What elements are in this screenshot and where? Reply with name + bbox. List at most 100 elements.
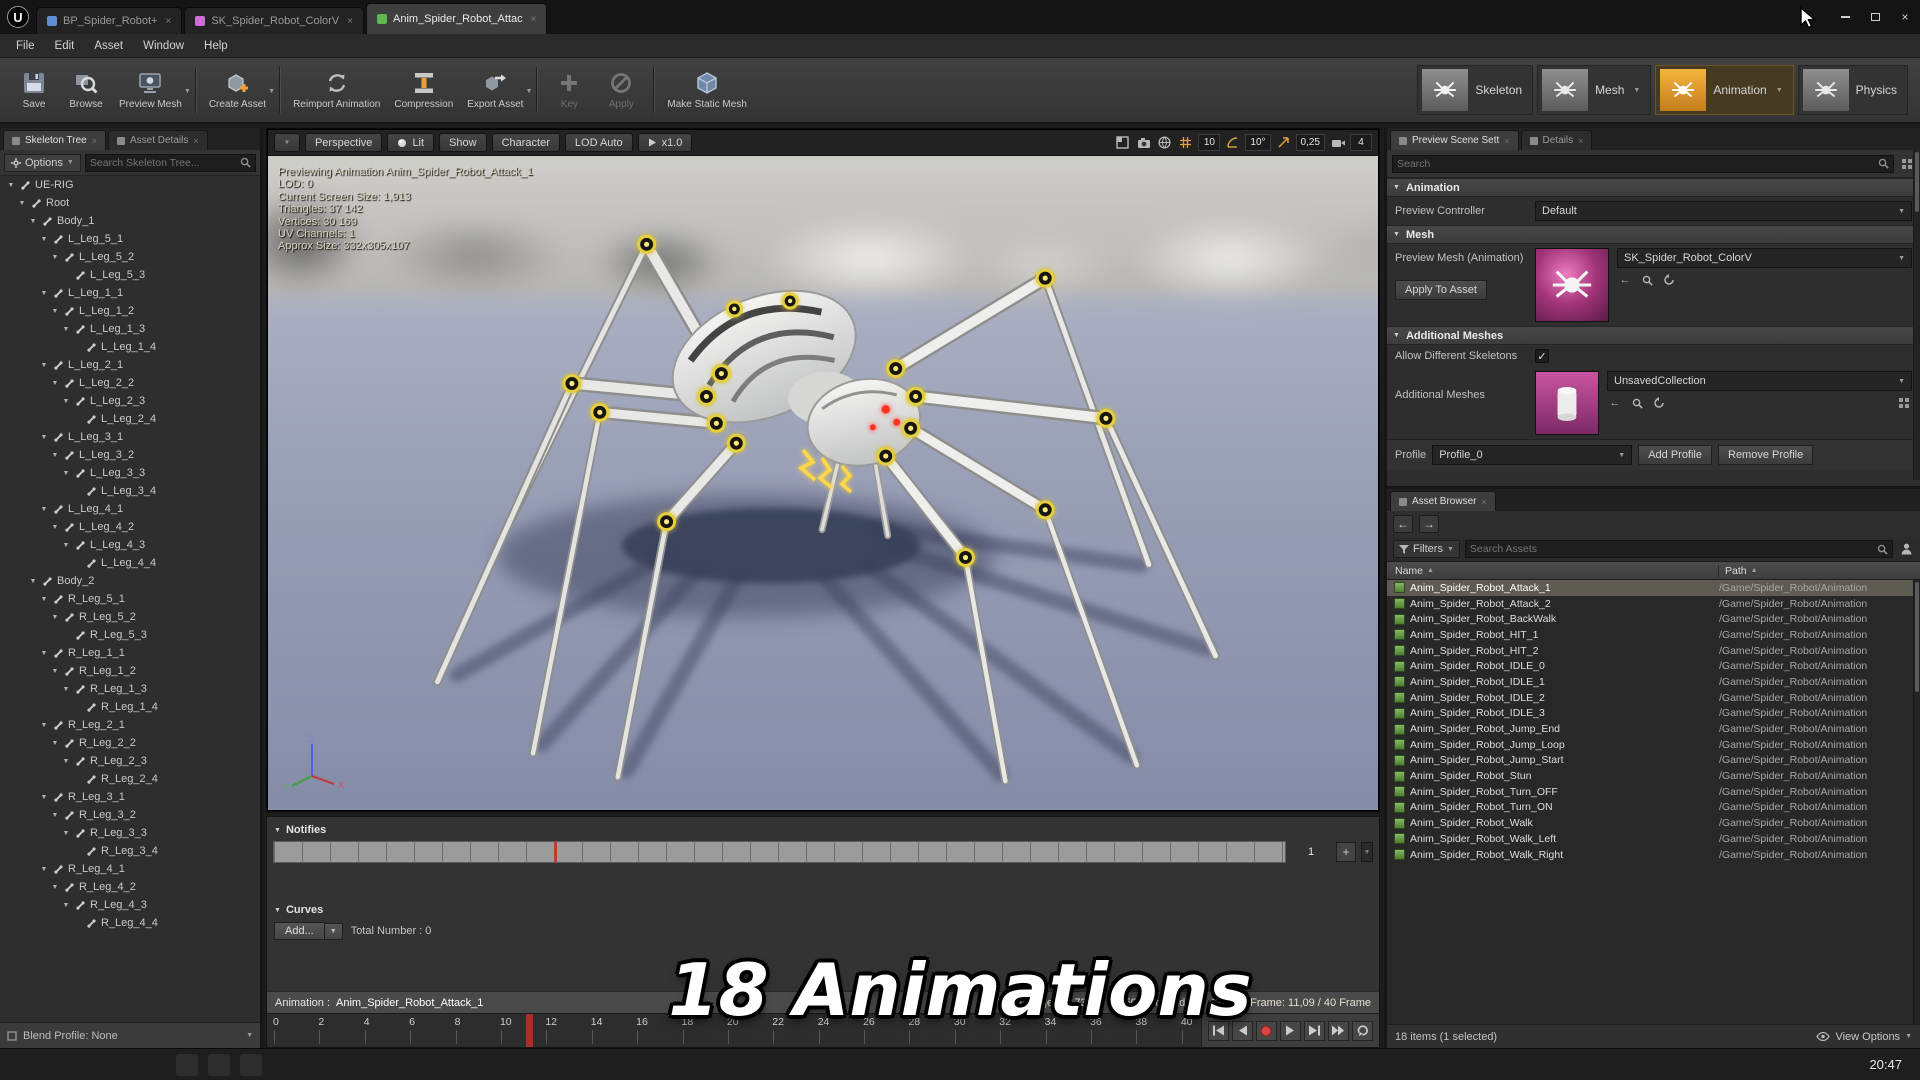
bone-row[interactable]: ▼ L_Leg_3_3: [0, 464, 260, 482]
expand-arrow-icon[interactable]: ▼: [61, 830, 71, 837]
bone-row[interactable]: ▼ L_Leg_5_1: [0, 230, 260, 248]
taskbar-icon[interactable]: [240, 1053, 262, 1076]
tab-details[interactable]: Details ×: [1520, 130, 1593, 150]
asset-row[interactable]: Anim_Spider_Robot_HIT_2 /Game/Spider_Rob…: [1387, 643, 1913, 659]
use-selected-asset-icon[interactable]: ←: [1607, 396, 1623, 410]
dropdown-arrow-icon[interactable]: ▼: [1633, 87, 1640, 94]
reset-to-default-icon[interactable]: [1651, 396, 1667, 410]
bone-row[interactable]: ▼ L_Leg_1_1: [0, 284, 260, 302]
close-button[interactable]: ×: [1890, 5, 1920, 29]
bone-row[interactable]: L_Leg_2_4: [0, 410, 260, 428]
bone-row[interactable]: ▼ R_Leg_4_1: [0, 860, 260, 878]
dropdown-arrow-icon[interactable]: ▼: [324, 922, 343, 940]
view-mode-button[interactable]: Lit: [387, 133, 435, 152]
find-in-browser-icon[interactable]: [1629, 396, 1645, 410]
document-tab[interactable]: Anim_Spider_Robot_Attac ×: [365, 3, 548, 34]
preview-controller-select[interactable]: Default ▼: [1535, 201, 1912, 221]
add-profile-button[interactable]: Add Profile: [1638, 445, 1712, 465]
close-icon[interactable]: ×: [531, 14, 537, 25]
notifies-section-header[interactable]: ▼ Notifies: [267, 821, 1379, 839]
expand-arrow-icon[interactable]: ▼: [61, 902, 71, 909]
additional-meshes-select[interactable]: UnsavedCollection ▼: [1607, 371, 1912, 391]
forward-icon[interactable]: →: [1419, 515, 1439, 533]
expand-arrow-icon[interactable]: ▼: [61, 542, 71, 549]
add-notify-track-button[interactable]: +: [1336, 842, 1356, 862]
expand-arrow-icon[interactable]: ▼: [61, 398, 71, 405]
menu-item[interactable]: File: [6, 36, 45, 56]
compression-button[interactable]: Compression: [387, 66, 460, 114]
bone-row[interactable]: ▼ Root: [0, 194, 260, 212]
dropdown-arrow-icon[interactable]: ▼: [1776, 87, 1783, 94]
remove-profile-button[interactable]: Remove Profile: [1718, 445, 1814, 465]
playback-speed-button[interactable]: x1.0: [637, 133, 693, 152]
angle-snap-icon[interactable]: [1224, 134, 1241, 151]
bone-row[interactable]: ▼ R_Leg_3_3: [0, 824, 260, 842]
close-icon[interactable]: ×: [193, 136, 198, 146]
scale-snap-value[interactable]: 0,25: [1295, 134, 1325, 151]
column-header-path[interactable]: Path ▲: [1719, 565, 1920, 577]
back-icon[interactable]: ←: [1393, 515, 1413, 533]
person-filter-icon[interactable]: [1898, 542, 1914, 556]
reimport-animation-button[interactable]: Reimport Animation: [286, 66, 387, 114]
curves-section-header[interactable]: ▼ Curves: [267, 901, 1379, 919]
close-icon[interactable]: ×: [1481, 497, 1486, 507]
asset-row[interactable]: Anim_Spider_Robot_Stun /Game/Spider_Robo…: [1387, 768, 1913, 784]
bone-row[interactable]: ▼ L_Leg_2_1: [0, 356, 260, 374]
viewport-3d[interactable]: ▼ Perspective Lit Show Character LOD Aut…: [266, 128, 1380, 812]
bone-row[interactable]: L_Leg_5_3: [0, 266, 260, 284]
viewport-options-dropdown[interactable]: ▼: [274, 133, 300, 152]
bone-row[interactable]: ▼ R_Leg_4_2: [0, 878, 260, 896]
asset-row[interactable]: Anim_Spider_Robot_Walk /Game/Spider_Robo…: [1387, 815, 1913, 831]
expand-arrow-icon[interactable]: ▼: [50, 614, 60, 621]
view-options-button[interactable]: View Options ▼: [1816, 1031, 1912, 1043]
bone-row[interactable]: ▼ Body_1: [0, 212, 260, 230]
expand-arrow-icon[interactable]: ▼: [39, 506, 49, 513]
dropdown-arrow-icon[interactable]: ▼: [268, 88, 275, 95]
close-icon[interactable]: ×: [165, 16, 171, 27]
expand-arrow-icon[interactable]: ▼: [50, 524, 60, 531]
expand-arrow-icon[interactable]: ▼: [61, 326, 71, 333]
menu-item[interactable]: Asset: [84, 36, 133, 56]
expand-arrow-icon[interactable]: ▼: [39, 290, 49, 297]
character-menu-button[interactable]: Character: [491, 133, 560, 152]
reset-to-default-icon[interactable]: [1661, 273, 1677, 287]
expand-arrow-icon[interactable]: ▼: [50, 740, 60, 747]
asset-search-input[interactable]: [1469, 543, 1877, 555]
export-asset-button[interactable]: Export Asset ▼: [460, 66, 532, 114]
screenshot-icon[interactable]: [1135, 134, 1152, 151]
timeline-playhead[interactable]: [525, 1014, 533, 1047]
expand-arrow-icon[interactable]: ▼: [39, 362, 49, 369]
notify-playhead[interactable]: [554, 842, 558, 862]
skeleton-search-input[interactable]: [89, 156, 240, 169]
bone-row[interactable]: ▼ UE-RIG: [0, 176, 260, 194]
preview-mesh-thumbnail[interactable]: [1535, 248, 1609, 322]
bone-row[interactable]: R_Leg_2_4: [0, 770, 260, 788]
expand-arrow-icon[interactable]: ▼: [50, 254, 60, 261]
mode-physics-button[interactable]: Physics: [1797, 65, 1908, 115]
settings-scrollbar[interactable]: [1913, 150, 1920, 480]
bone-row[interactable]: R_Leg_1_4: [0, 698, 260, 716]
camera-speed-icon[interactable]: [1329, 134, 1346, 151]
track-scrollbar[interactable]: ▼: [1361, 842, 1373, 862]
tab-asset-browser[interactable]: Asset Browser ×: [1390, 491, 1496, 511]
mode-animation-button[interactable]: Animation ▼: [1655, 65, 1794, 115]
bone-row[interactable]: ▼ R_Leg_5_1: [0, 590, 260, 608]
menu-item[interactable]: Edit: [45, 36, 85, 56]
asset-row[interactable]: Anim_Spider_Robot_Jump_Start /Game/Spide…: [1387, 753, 1913, 769]
allow-different-skeletons-checkbox[interactable]: ✓: [1535, 349, 1549, 363]
dropdown-arrow-icon[interactable]: ▼: [184, 88, 191, 95]
blend-profile-bar[interactable]: Blend Profile: None ▼: [0, 1022, 260, 1048]
expand-arrow-icon[interactable]: ▼: [39, 794, 49, 801]
bone-row[interactable]: ▼ L_Leg_4_2: [0, 518, 260, 536]
bone-row[interactable]: ▼ L_Leg_4_1: [0, 500, 260, 518]
minimize-button[interactable]: [1830, 5, 1860, 29]
section-additional-meshes[interactable]: ▼ Additional Meshes: [1387, 326, 1920, 345]
asset-row[interactable]: Anim_Spider_Robot_Jump_Loop /Game/Spider…: [1387, 737, 1913, 753]
collapse-arrow-icon[interactable]: ▼: [1393, 184, 1400, 191]
expand-arrow-icon[interactable]: ▼: [50, 668, 60, 675]
bone-row[interactable]: ▼ L_Leg_4_3: [0, 536, 260, 554]
expand-arrow-icon[interactable]: ▼: [39, 866, 49, 873]
bone-row[interactable]: ▼ R_Leg_5_2: [0, 608, 260, 626]
find-in-browser-icon[interactable]: [1639, 273, 1655, 287]
maximize-viewport-icon[interactable]: [1114, 134, 1131, 151]
